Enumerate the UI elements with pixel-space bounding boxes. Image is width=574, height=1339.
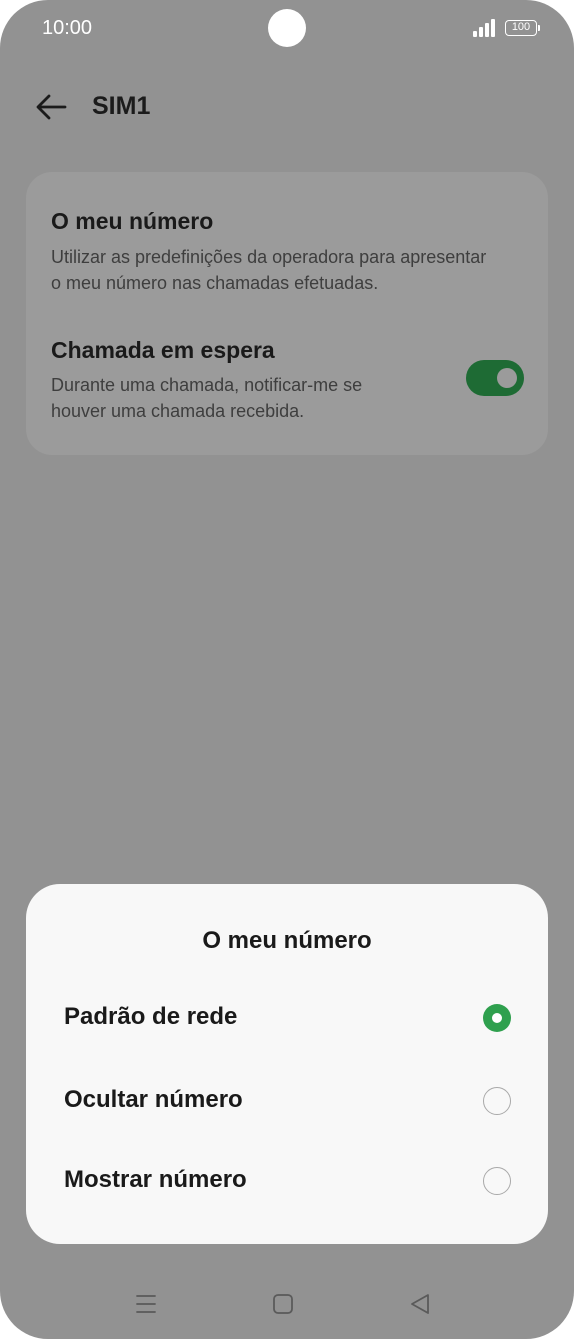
radio-selected-icon[interactable] xyxy=(483,1004,511,1032)
call-waiting-toggle[interactable] xyxy=(466,360,524,396)
dialog-title: O meu número xyxy=(202,927,372,954)
arrow-left-icon[interactable] xyxy=(34,92,68,122)
setting-description-line: o meu número nas chamadas efetuadas. xyxy=(51,273,379,293)
setting-description-line: houver uma chamada recebida. xyxy=(51,401,305,421)
battery-icon: 100 xyxy=(505,20,540,36)
option-network-default[interactable]: Padrão de rede xyxy=(26,983,548,1053)
front-camera xyxy=(268,9,306,47)
option-label: Padrão de rede xyxy=(64,1003,238,1030)
setting-description-line: Durante uma chamada, notificar-me se xyxy=(51,375,363,395)
setting-title: Chamada em espera xyxy=(51,337,275,363)
setting-title: O meu número xyxy=(51,208,214,234)
settings-card: O meu número Utilizar as predefinições d… xyxy=(26,172,548,455)
option-label: Mostrar número xyxy=(64,1166,247,1193)
option-hide-number[interactable]: Ocultar número xyxy=(26,1066,548,1136)
my-number-dialog: O meu número Padrão de rede Ocultar núme… xyxy=(26,884,548,1244)
phone-screen: 10:00 100 SIM1 O meu número Utilizar as … xyxy=(0,0,574,1339)
menu-icon[interactable] xyxy=(132,1290,160,1318)
status-time: 10:00 xyxy=(42,17,93,39)
toggle-knob xyxy=(497,368,517,388)
radio-unselected-icon[interactable] xyxy=(483,1167,511,1195)
signal-icon xyxy=(473,19,497,37)
page-title: SIM1 xyxy=(92,92,151,120)
setting-description-line: Utilizar as predefinições da operadora p… xyxy=(51,247,487,267)
radio-unselected-icon[interactable] xyxy=(483,1087,511,1115)
home-icon[interactable] xyxy=(269,1290,297,1318)
back-triangle-icon[interactable] xyxy=(406,1290,434,1318)
option-label: Ocultar número xyxy=(64,1086,243,1113)
option-show-number[interactable]: Mostrar número xyxy=(26,1146,548,1216)
